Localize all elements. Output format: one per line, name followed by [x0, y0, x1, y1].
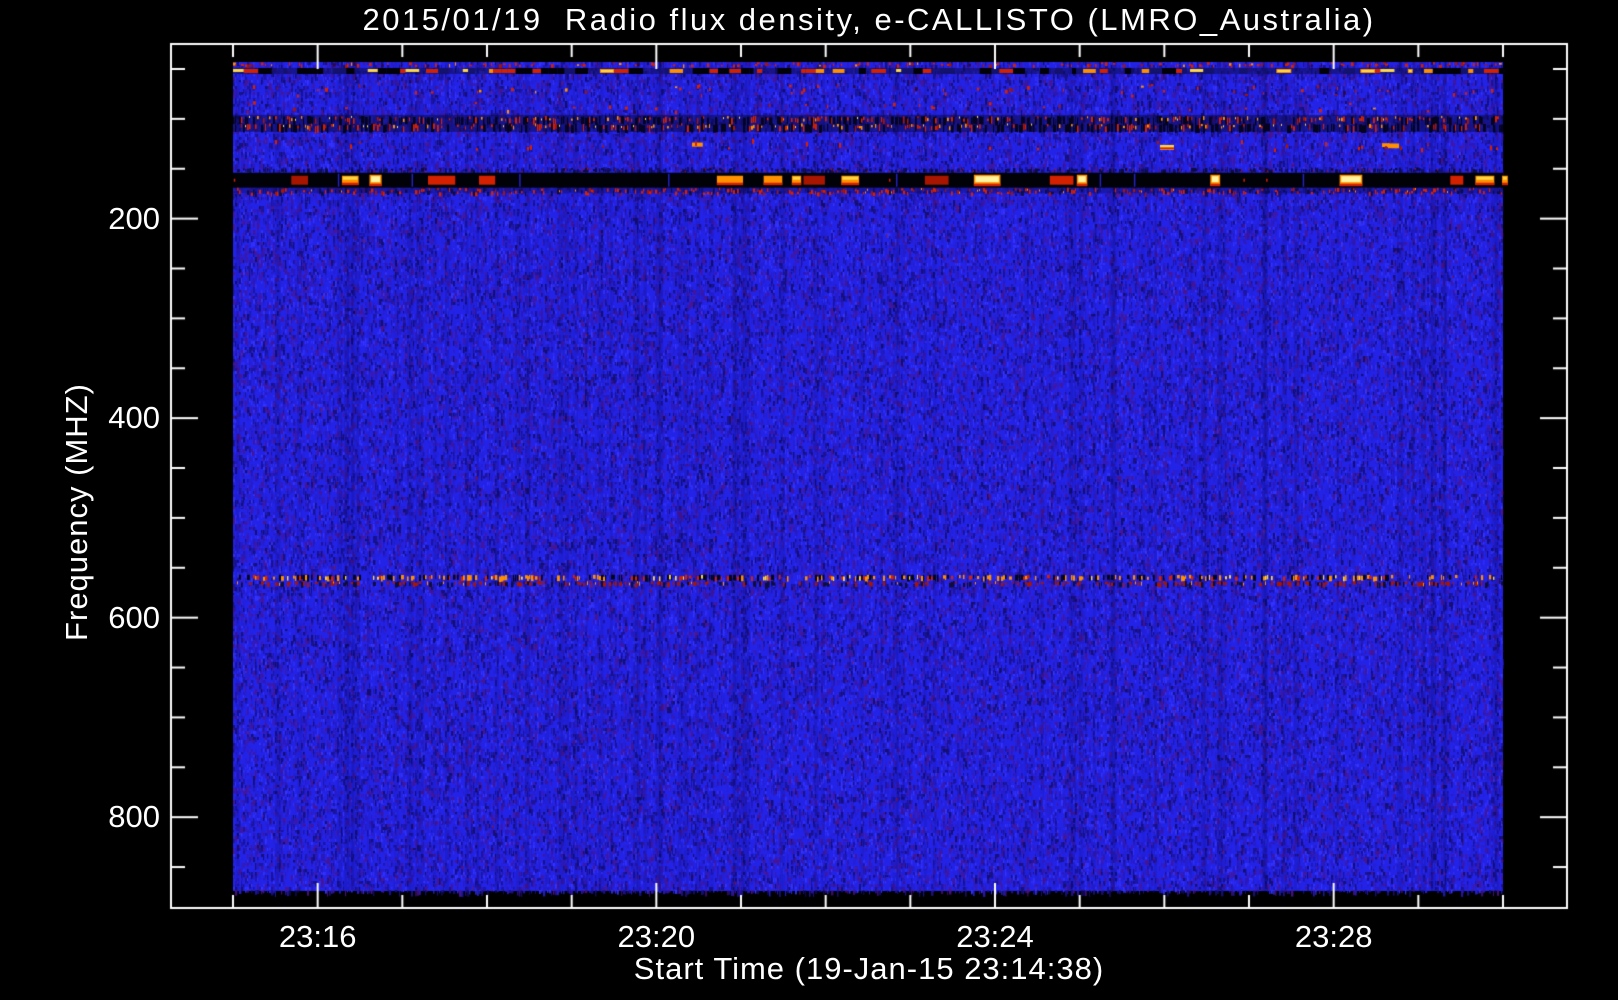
x-tick-label: 23:28	[1294, 919, 1373, 954]
y-tick-label: 200	[108, 200, 160, 236]
x-tick-label: 23:24	[956, 919, 1034, 954]
y-tick-label: 600	[108, 599, 160, 635]
y-tick-label: 800	[108, 799, 160, 835]
x-axis-title: Start Time (19-Jan-15 23:14:38)	[633, 951, 1105, 986]
x-tick-label: 23:20	[617, 919, 696, 954]
spectrogram-figure: 2015/01/19 Radio flux density, e-CALLIST…	[0, 0, 1618, 1000]
x-tick-label: 23:16	[278, 919, 357, 954]
spectrogram-canvas	[0, 0, 1618, 1000]
chart-title: 2015/01/19 Radio flux density, e-CALLIST…	[362, 2, 1376, 37]
y-tick-label: 400	[108, 400, 160, 436]
